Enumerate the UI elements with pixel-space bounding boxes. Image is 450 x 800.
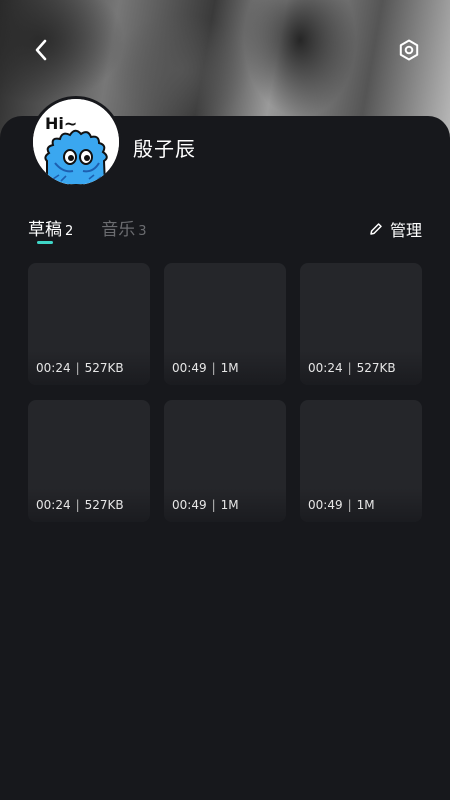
draft-card[interactable]: 00:49 | 1M [300, 400, 422, 522]
content-tabs: 草稿 2 音乐 3 [28, 215, 175, 245]
draft-meta: 00:24 | 527KB [300, 351, 422, 385]
draft-meta: 00:49 | 1M [164, 488, 286, 522]
tab-music[interactable]: 音乐 3 [101, 215, 146, 240]
meta-separator: | [211, 361, 216, 375]
tab-music-label: 音乐 [101, 220, 136, 240]
tab-drafts-count: 2 [65, 224, 74, 239]
meta-separator: | [75, 498, 80, 512]
avatar-text: Hi~ [45, 114, 77, 133]
hexagon-gear-icon [399, 39, 419, 61]
tab-drafts-label: 草稿 [28, 220, 62, 240]
draft-size: 527KB [84, 498, 124, 512]
profile-name: 殷子辰 [133, 137, 196, 161]
draft-duration: 00:24 [308, 361, 343, 375]
drafts-grid: 00:24 | 527KB 00:49 | 1M 00:24 | 527KB 00:24 | 5… [28, 263, 422, 522]
draft-size: 1M [356, 498, 375, 512]
draft-meta: 00:24 | 527KB [28, 488, 150, 522]
draft-duration: 00:49 [172, 498, 207, 512]
draft-card[interactable]: 00:24 | 527KB [28, 263, 150, 385]
draft-card[interactable]: 00:24 | 527KB [28, 400, 150, 522]
meta-separator: | [347, 498, 352, 512]
meta-separator: | [75, 361, 80, 375]
draft-size: 1M [220, 498, 239, 512]
draft-card[interactable]: 00:49 | 1M [164, 263, 286, 385]
draft-size: 527KB [84, 361, 124, 375]
tab-drafts[interactable]: 草稿 2 [28, 215, 74, 244]
draft-card[interactable]: 00:49 | 1M [164, 400, 286, 522]
draft-size: 527KB [356, 361, 396, 375]
draft-card[interactable]: 00:24 | 527KB [300, 263, 422, 385]
avatar[interactable]: Hi~ [30, 96, 122, 188]
chevron-left-icon [35, 39, 47, 61]
tab-music-count: 3 [138, 224, 147, 239]
manage-label: 管理 [389, 221, 422, 240]
draft-meta: 00:49 | 1M [300, 488, 422, 522]
pencil-icon [370, 223, 382, 235]
draft-meta: 00:24 | 527KB [28, 351, 150, 385]
settings-button[interactable] [392, 33, 426, 67]
draft-duration: 00:49 [308, 498, 343, 512]
avatar-illustration: Hi~ [33, 99, 119, 185]
draft-size: 1M [220, 361, 239, 375]
active-tab-indicator [37, 241, 53, 244]
meta-separator: | [211, 498, 216, 512]
draft-duration: 00:49 [172, 361, 207, 375]
draft-duration: 00:24 [36, 498, 71, 512]
draft-duration: 00:24 [36, 361, 71, 375]
back-button[interactable] [24, 33, 58, 67]
draft-meta: 00:49 | 1M [164, 351, 286, 385]
manage-button[interactable]: 管理 [369, 217, 422, 241]
meta-separator: | [347, 361, 352, 375]
